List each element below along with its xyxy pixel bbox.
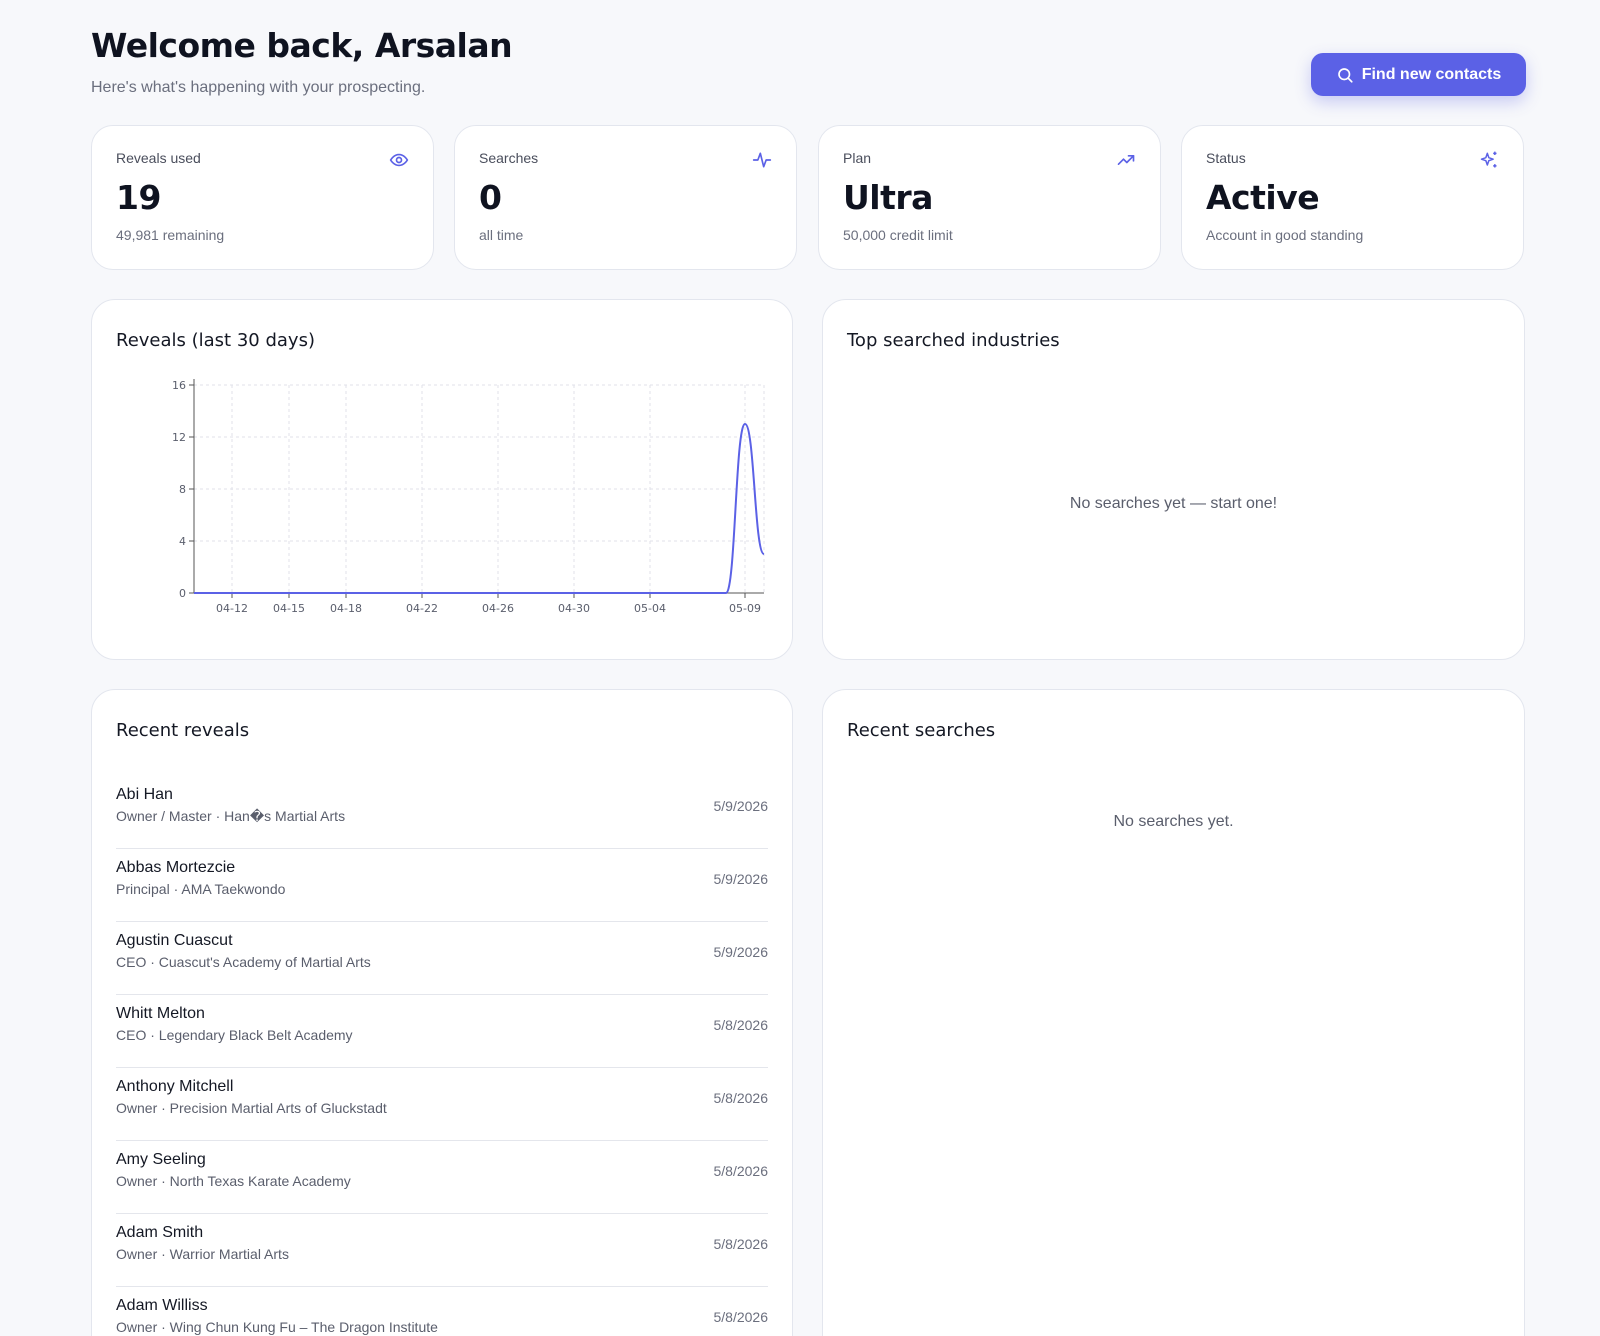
reveal-date: 5/8/2026 [713,1309,769,1325]
list-item[interactable]: Adam Williss Owner · Wing Chun Kung Fu –… [116,1287,768,1336]
y-tick-label: 8 [179,483,186,496]
list-item[interactable]: Adam Smith Owner · Warrior Martial Arts … [116,1214,768,1287]
page-header: Welcome back, Arsalan Here's what's happ… [91,26,513,97]
reveal-name: Adam Smith [116,1224,204,1241]
y-tick-label: 12 [172,431,186,444]
y-tick-label: 0 [179,587,186,600]
list-item[interactable]: Anthony Mitchell Owner · Precision Marti… [116,1068,768,1141]
reveal-name: Abbas Mortezcie [116,859,236,876]
reveal-date: 5/8/2026 [713,1236,769,1252]
reveals-chart-card: Reveals (last 30 days) 0 4 8 12 16 04-12 04-15… [91,299,793,660]
y-tick-label: 16 [172,379,186,392]
reveal-name: Agustin Cuascut [116,932,233,949]
industries-empty-state: No searches yet — start one! [1069,495,1278,512]
stat-value: 19 [116,178,161,217]
find-new-contacts-button[interactable]: Find new contacts [1311,53,1526,96]
stat-value: Active [1206,178,1320,217]
list-item[interactable]: Abbas Mortezcie Principal · AMA Taekwond… [116,849,768,922]
reveal-meta: CEO · Cuascut's Academy of Martial Arts [116,954,371,970]
x-tick-label: 04-30 [558,602,590,615]
trending-up-icon [1117,155,1135,165]
eye-icon [389,153,409,167]
stat-card-searches: Searches 0 all time [454,125,797,270]
stat-subtext: Account in good standing [1206,227,1364,243]
reveal-name: Adam Williss [116,1297,208,1314]
stat-label: Status [1206,150,1246,166]
reveal-name: Anthony Mitchell [116,1078,234,1095]
x-tick-label: 04-22 [406,602,438,615]
reveal-date: 5/9/2026 [713,944,769,960]
stat-label: Plan [843,150,872,166]
x-tick-label: 05-04 [634,602,666,615]
recent-reveals-card: Recent reveals Abi Han Owner / Master · … [91,689,793,1336]
stat-card-status: Status Active Account in good standing [1181,125,1524,270]
reveal-meta: Principal · AMA Taekwondo [116,881,286,897]
stat-subtext: all time [479,227,524,243]
reveal-meta: CEO · Legendary Black Belt Academy [116,1027,353,1043]
stat-label: Reveals used [116,150,201,166]
recent-reveals-list: Abi Han Owner / Master · Han�s Martial A… [116,776,768,1336]
recent-reveals-title: Recent reveals [116,720,250,741]
reveal-meta: Owner · Warrior Martial Arts [116,1246,289,1262]
reveal-date: 5/8/2026 [713,1090,769,1106]
reveal-name: Whitt Melton [116,1005,205,1022]
reveal-meta: Owner · Wing Chun Kung Fu – The Dragon I… [116,1319,438,1335]
x-tick-label: 04-26 [482,602,514,615]
reveal-date: 5/9/2026 [713,798,769,814]
reveal-name: Amy Seeling [116,1151,206,1168]
reveal-date: 5/9/2026 [713,871,769,887]
stat-card-reveals: Reveals used 19 49,981 remaining [91,125,434,270]
top-industries-card: Top searched industries No searches yet … [822,299,1525,660]
search-icon [1337,67,1353,83]
list-item[interactable]: Abi Han Owner / Master · Han�s Martial A… [116,776,768,849]
stat-value: 0 [479,178,502,217]
reveal-meta: Owner · North Texas Karate Academy [116,1173,351,1189]
recent-searches-card: Recent searches No searches yet. [822,689,1525,1336]
page-title: Welcome back, Arsalan [91,26,513,65]
reveals-line-chart: 0 4 8 12 16 04-12 04-15 04-18 04-22 04-26 04-30 05-… [172,379,765,615]
x-tick-label: 04-12 [216,602,248,615]
sparkles-icon [1480,151,1497,168]
stat-subtext: 49,981 remaining [116,227,225,243]
list-item[interactable]: Amy Seeling Owner · North Texas Karate A… [116,1141,768,1214]
x-tick-label: 04-15 [273,602,305,615]
reveal-date: 5/8/2026 [713,1017,769,1033]
page-subtitle: Here's what's happening with your prospe… [91,79,426,96]
reveal-meta: Owner · Precision Martial Arts of Glucks… [116,1100,387,1116]
x-tick-label: 04-18 [330,602,362,615]
list-item[interactable]: Whitt Melton CEO · Legendary Black Belt … [116,995,768,1068]
top-industries-title: Top searched industries [847,330,1060,351]
stat-card-plan: Plan Ultra 50,000 credit limit [818,125,1161,270]
reveal-date: 5/8/2026 [713,1163,769,1179]
reveal-name: Abi Han [116,786,173,803]
reveal-meta: Owner / Master · Han�s Martial Arts [116,808,346,824]
x-tick-label: 05-09 [729,602,761,615]
stat-value: Ultra [843,178,933,217]
searches-empty-state: No searches yet. [1113,813,1234,830]
find-new-contacts-label: Find new contacts [1361,65,1502,83]
list-item[interactable]: Agustin Cuascut CEO · Cuascut's Academy … [116,922,768,995]
stat-label: Searches [479,150,539,166]
stat-subtext: 50,000 credit limit [843,227,953,243]
y-tick-label: 4 [179,535,186,548]
activity-icon [752,152,772,168]
recent-searches-title: Recent searches [847,720,996,741]
series-line [193,422,765,594]
